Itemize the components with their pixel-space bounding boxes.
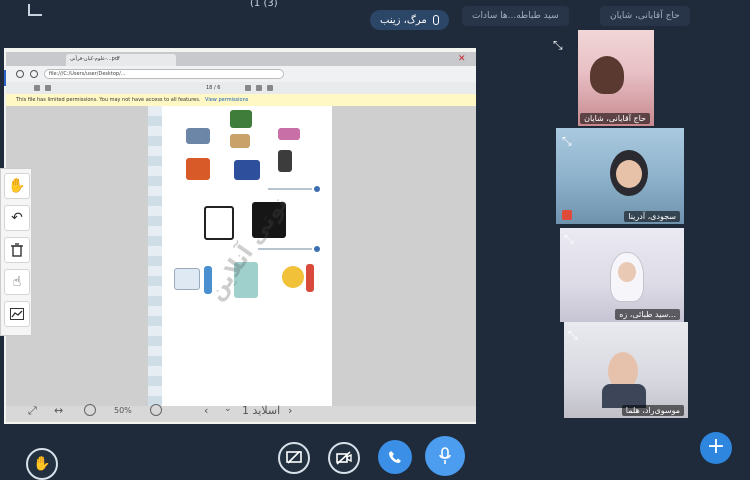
active-speaker-name: مرگ، زینب	[380, 14, 427, 26]
plus-icon: +	[706, 434, 726, 459]
participant-name: حاج آقایانی، شایان	[580, 113, 650, 124]
mic-muted-icon	[562, 210, 572, 220]
snowman-picture	[230, 134, 250, 148]
active-speaker-pill: مرگ، زینب	[370, 10, 449, 30]
sidebar-icon[interactable]	[34, 85, 40, 91]
zoom-level: 50%	[114, 406, 132, 415]
browser-tab-strip: علوم-کیان-قرآنی-...pdf ✕	[6, 52, 476, 66]
expand-icon[interactable]: ⤡	[564, 232, 574, 247]
undo-button[interactable]: ↶	[4, 205, 30, 231]
back-icon[interactable]	[16, 70, 24, 78]
shared-browser-window: علوم-کیان-قرآنی-...pdf ✕ file:///C:/User…	[6, 52, 476, 422]
white-shirt-picture	[204, 206, 234, 240]
participant-name: سید طبائی، زه...	[615, 309, 680, 320]
draw-icon[interactable]	[45, 85, 51, 91]
hand-icon: ✋	[33, 456, 51, 472]
screen-off-icon	[286, 451, 302, 464]
close-icon[interactable]: ✕	[458, 54, 468, 64]
video-tile-4[interactable]: ⤡ موسوی‌راد، هلما	[564, 322, 688, 418]
hand-tool-button[interactable]: ✋	[4, 173, 30, 199]
video-tile-3[interactable]: ⤡ سید طبائی، زه...	[560, 228, 684, 322]
expand-icon[interactable]: ⤡	[553, 38, 563, 53]
mic-icon	[432, 15, 439, 25]
annotation-toolbar: ✋ ↶ ☝	[0, 168, 32, 336]
corner-icon	[28, 4, 42, 16]
question-line	[268, 188, 312, 190]
zoom-out-icon[interactable]	[150, 404, 162, 416]
question-marker	[314, 186, 320, 192]
permission-notice: This file has limited permissions. You m…	[6, 94, 476, 106]
undo-icon: ↶	[11, 210, 23, 226]
participant-name: سجودی، آدرینا	[624, 211, 680, 222]
slide-label[interactable]: اسلاید 1	[242, 404, 280, 417]
pdf-viewer: نوتی آنلاین	[6, 106, 476, 406]
question-marker	[314, 246, 320, 252]
microphone-icon	[439, 447, 451, 464]
fullscreen-icon[interactable]: ⤢	[28, 404, 37, 418]
boots-picture	[278, 150, 292, 172]
sweater-picture	[230, 110, 252, 128]
expand-icon[interactable]: ⤡	[562, 134, 572, 149]
print-icon[interactable]	[256, 85, 263, 91]
sun-picture	[282, 266, 304, 288]
url-input[interactable]: file:///C:/Users/user/Desktop/...	[44, 69, 284, 79]
phone-button[interactable]	[378, 440, 412, 474]
pointer-hand-icon: ☝	[12, 274, 22, 290]
camera-button[interactable]	[328, 442, 360, 474]
page-border-pattern	[148, 106, 162, 406]
hat-picture	[278, 128, 300, 140]
share-screen-button[interactable]	[278, 442, 310, 474]
participant-name: موسوی‌راد، هلما	[621, 405, 684, 416]
participant-face	[616, 160, 642, 188]
phone-icon	[389, 451, 401, 463]
permission-notice-text: This file has limited permissions. You m…	[16, 97, 201, 103]
draw-tool-button[interactable]	[4, 301, 30, 327]
video-tile-2[interactable]: ⤡ سجودی، آدرینا	[556, 128, 684, 224]
hand-icon: ✋	[8, 178, 26, 194]
fit-width-icon[interactable]: ↔	[54, 404, 63, 417]
pen-line-icon	[10, 308, 24, 320]
share-controls: ⤢ ↔ 50% ‹ ⌄ اسلاید 1 ›	[10, 398, 474, 422]
save-icon[interactable]	[267, 85, 274, 91]
cold-scene-picture	[174, 268, 200, 290]
session-title: (1 (3)	[250, 0, 278, 9]
address-bar: file:///C:/Users/user/Desktop/...	[6, 66, 476, 82]
zoom-in-icon[interactable]	[84, 404, 96, 416]
raise-hand-button[interactable]: ✋	[26, 448, 58, 480]
slide-dropdown-icon[interactable]: ⌄	[224, 404, 232, 414]
pdf-toolbar: 18 / 6	[6, 82, 476, 94]
expand-icon[interactable]: ⤡	[568, 328, 578, 343]
refresh-icon[interactable]	[30, 70, 38, 78]
previous-slide-icon[interactable]: ‹	[204, 404, 208, 417]
permission-link[interactable]: View permissions	[205, 97, 248, 103]
add-button[interactable]: +	[700, 432, 732, 464]
participant-tab-1[interactable]: سید طباطه...ها سادات	[462, 6, 569, 26]
pdf-page: نوتی آنلاین	[148, 106, 332, 406]
browser-tab[interactable]: علوم-کیان-قرآنی-...pdf	[66, 54, 176, 66]
video-tile-1[interactable]: حاج آقایانی، شایان	[578, 30, 654, 126]
trash-icon	[11, 243, 23, 257]
shoes-picture	[186, 128, 210, 144]
hot-thermometer-picture	[306, 264, 314, 292]
top-bar: (1 (3) مرگ، زینب سید طباطه...ها سادات حا…	[0, 0, 750, 34]
participant-face	[618, 262, 636, 282]
microphone-button[interactable]	[425, 436, 465, 476]
pointer-tool-button[interactable]: ☝	[4, 269, 30, 295]
zoom-icon[interactable]	[245, 85, 252, 91]
next-slide-icon[interactable]: ›	[288, 404, 292, 417]
jacket-picture	[186, 158, 210, 180]
question-line	[258, 248, 312, 250]
participant-tab-2[interactable]: حاج آقایانی، شایان	[600, 6, 690, 26]
page-counter: 18 / 6	[206, 85, 221, 91]
participant-figure	[590, 56, 624, 94]
blue-scarf-picture	[234, 160, 260, 180]
delete-button[interactable]	[4, 237, 30, 263]
camera-off-icon	[336, 451, 352, 465]
